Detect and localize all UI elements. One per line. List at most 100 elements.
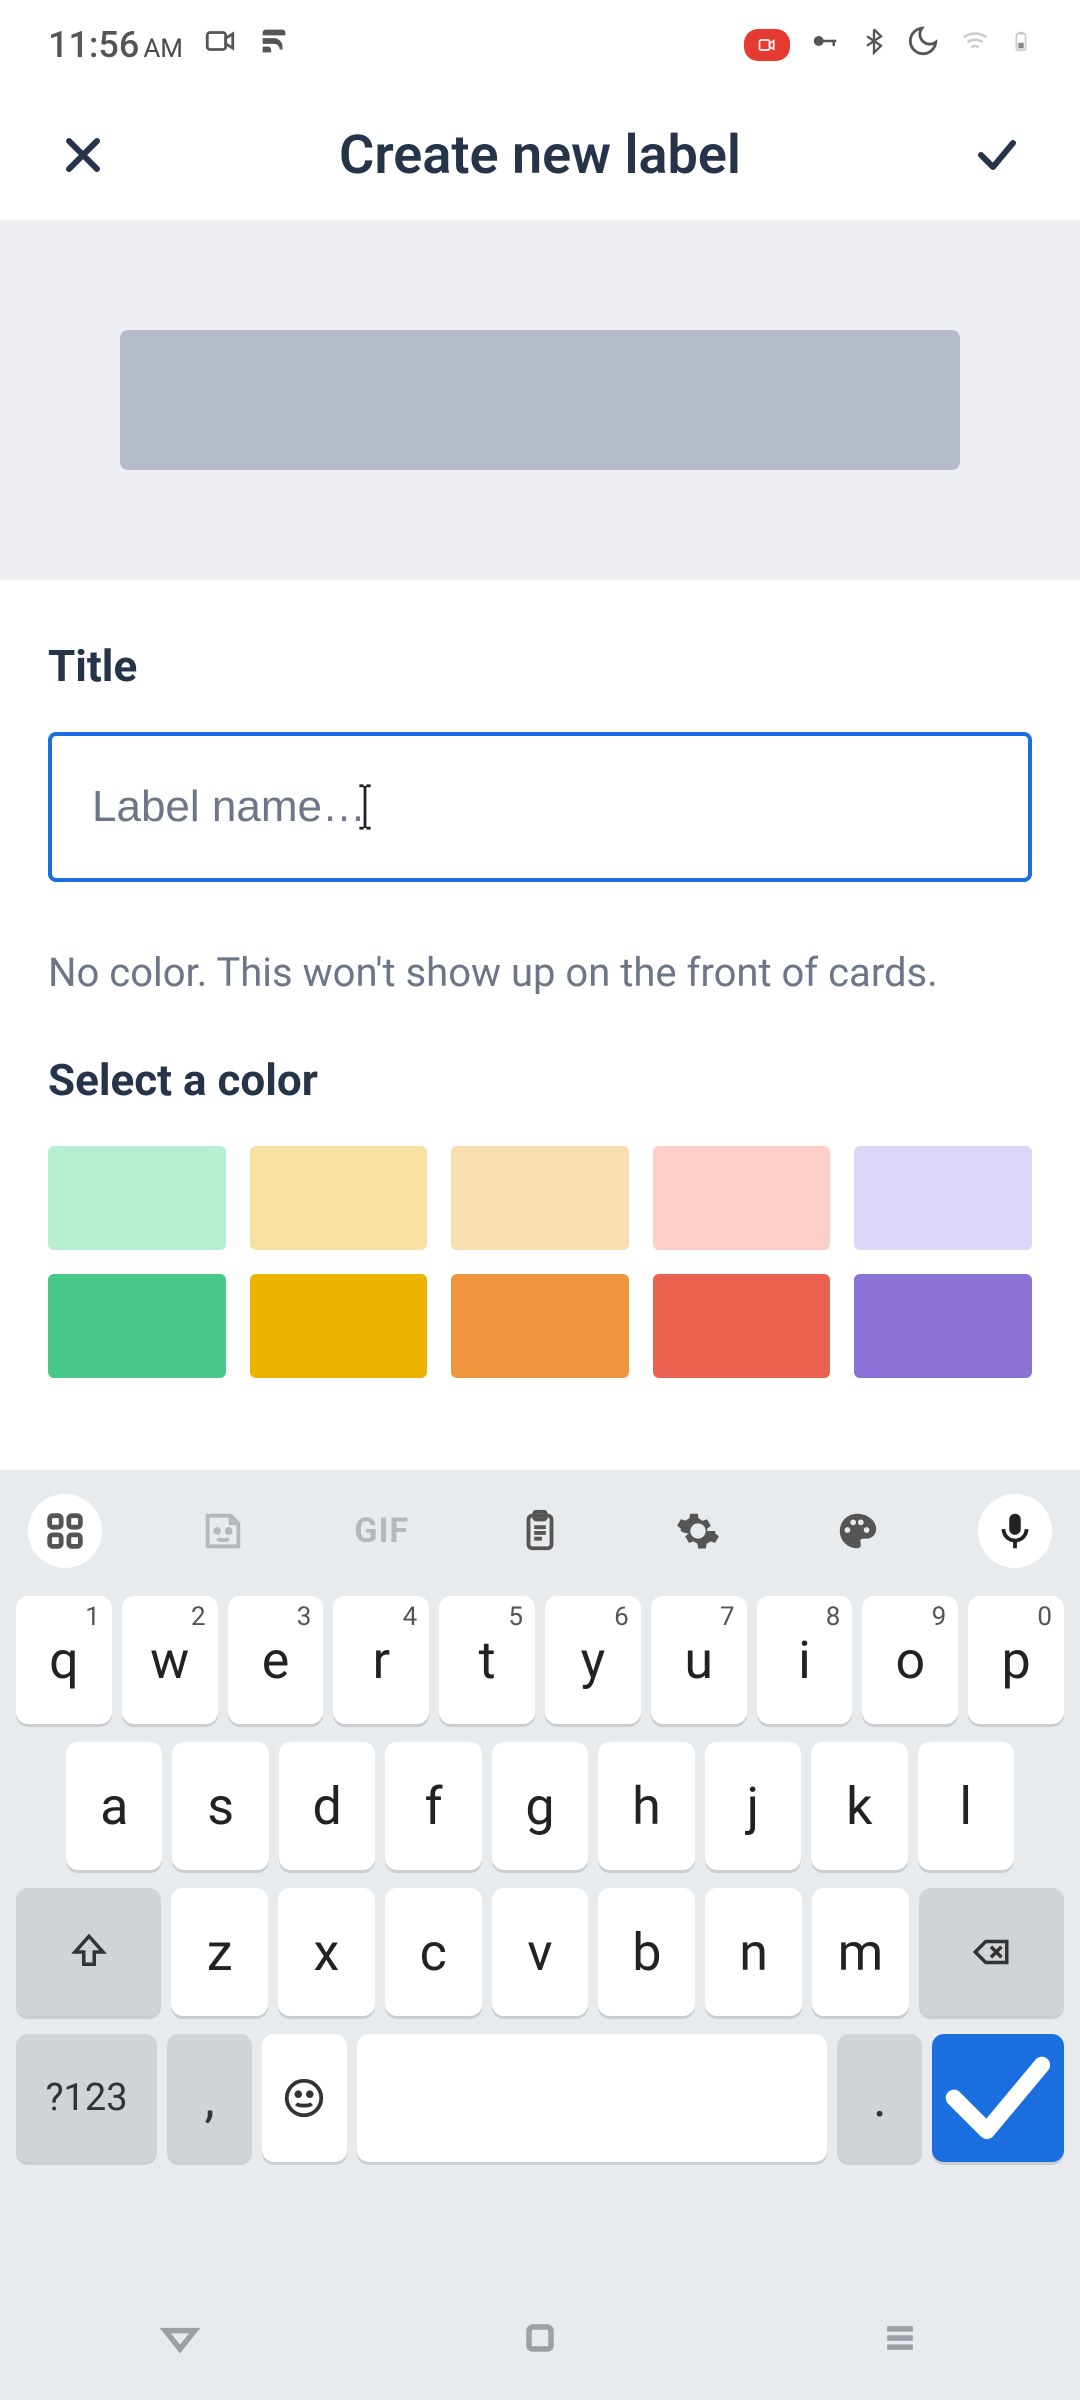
moon-icon bbox=[906, 24, 940, 66]
status-bar: 11:56AM bbox=[0, 0, 1080, 90]
color-swatch[interactable] bbox=[653, 1274, 831, 1378]
key-enter[interactable] bbox=[932, 2034, 1064, 2162]
status-left: 11:56AM bbox=[48, 24, 291, 66]
emoji-icon bbox=[281, 2075, 327, 2121]
color-swatch[interactable] bbox=[250, 1274, 428, 1378]
wifi-icon bbox=[958, 26, 992, 64]
kb-sticker-button[interactable] bbox=[186, 1494, 260, 1568]
page-title: Create new label bbox=[118, 124, 962, 187]
color-swatch[interactable] bbox=[48, 1274, 226, 1378]
key-s[interactable]: s bbox=[172, 1742, 268, 1870]
color-swatch-grid bbox=[48, 1146, 1032, 1378]
kb-theme-button[interactable] bbox=[820, 1494, 894, 1568]
key-j[interactable]: j bbox=[705, 1742, 801, 1870]
key-c[interactable]: c bbox=[385, 1888, 482, 2016]
key-h[interactable]: h bbox=[598, 1742, 694, 1870]
key-shift[interactable] bbox=[16, 1888, 161, 2016]
color-swatch[interactable] bbox=[48, 1146, 226, 1250]
confirm-button[interactable] bbox=[962, 131, 1032, 179]
check-icon bbox=[932, 2032, 1064, 2164]
key-k[interactable]: k bbox=[811, 1742, 907, 1870]
key-g[interactable]: g bbox=[492, 1742, 588, 1870]
color-swatch[interactable] bbox=[653, 1146, 831, 1250]
key-emoji[interactable] bbox=[262, 2034, 347, 2162]
triangle-down-icon bbox=[158, 2316, 202, 2360]
key-period[interactable]: . bbox=[837, 2034, 922, 2162]
sticker-icon bbox=[200, 1508, 246, 1554]
bluetooth-icon bbox=[860, 26, 888, 64]
status-right bbox=[744, 24, 1032, 66]
key-y[interactable]: y6 bbox=[545, 1596, 641, 1724]
kb-gif-button[interactable]: GIF bbox=[345, 1494, 419, 1568]
square-icon bbox=[518, 2316, 562, 2360]
color-swatch[interactable] bbox=[854, 1274, 1032, 1378]
clipboard-icon bbox=[517, 1508, 563, 1554]
close-button[interactable] bbox=[48, 131, 118, 179]
label-preview-area bbox=[0, 220, 1080, 580]
key-t[interactable]: t5 bbox=[439, 1596, 535, 1724]
menu-icon bbox=[878, 2316, 922, 2360]
palette-icon bbox=[834, 1508, 880, 1554]
battery-icon bbox=[1010, 24, 1032, 66]
color-swatch[interactable] bbox=[250, 1146, 428, 1250]
backspace-icon bbox=[970, 1931, 1012, 1973]
keyboard: GIF q1 w2 e3 r4 t5 y6 u7 i8 o9 p0 a bbox=[0, 1470, 1080, 2400]
key-i[interactable]: i8 bbox=[757, 1596, 853, 1724]
kb-mic-button[interactable] bbox=[978, 1494, 1052, 1568]
kb-clipboard-button[interactable] bbox=[503, 1494, 577, 1568]
status-time: 11:56AM bbox=[48, 24, 183, 66]
grid-icon bbox=[42, 1508, 88, 1554]
nav-home-button[interactable] bbox=[518, 2316, 562, 2364]
key-symbols[interactable]: ?123 bbox=[16, 2034, 157, 2162]
header: Create new label bbox=[0, 90, 1080, 220]
keyboard-row-3: z x c v b n m bbox=[16, 1888, 1064, 2016]
key-x[interactable]: x bbox=[278, 1888, 375, 2016]
keyboard-row-4: ?123 , . bbox=[16, 2034, 1064, 2162]
key-z[interactable]: z bbox=[171, 1888, 268, 2016]
camera-icon bbox=[203, 24, 237, 66]
key-o[interactable]: o9 bbox=[862, 1596, 958, 1724]
key-u[interactable]: u7 bbox=[651, 1596, 747, 1724]
key-w[interactable]: w2 bbox=[122, 1596, 218, 1724]
record-badge-icon bbox=[744, 29, 790, 61]
nav-back-button[interactable] bbox=[158, 2316, 202, 2364]
key-f[interactable]: f bbox=[385, 1742, 481, 1870]
vpn-key-icon bbox=[808, 26, 842, 64]
close-icon bbox=[59, 131, 107, 179]
key-r[interactable]: r4 bbox=[333, 1596, 429, 1724]
key-comma[interactable]: , bbox=[167, 2034, 252, 2162]
check-icon bbox=[973, 131, 1021, 179]
color-section-label: Select a color bbox=[48, 1054, 1032, 1106]
kb-settings-button[interactable] bbox=[661, 1494, 735, 1568]
shift-icon bbox=[68, 1931, 110, 1973]
cast-icon bbox=[257, 24, 291, 66]
keyboard-row-1: q1 w2 e3 r4 t5 y6 u7 i8 o9 p0 bbox=[16, 1596, 1064, 1724]
key-d[interactable]: d bbox=[279, 1742, 375, 1870]
key-backspace[interactable] bbox=[919, 1888, 1064, 2016]
color-helper-text: No color. This won't show up on the fron… bbox=[48, 942, 1032, 1004]
keyboard-row-2: a s d f g h j k l bbox=[16, 1742, 1064, 1870]
color-swatch[interactable] bbox=[854, 1146, 1032, 1250]
gif-label: GIF bbox=[354, 1511, 409, 1551]
form: Title No color. This won't show up on th… bbox=[0, 580, 1080, 1398]
title-section-label: Title bbox=[48, 640, 1032, 692]
key-l[interactable]: l bbox=[918, 1742, 1014, 1870]
label-preview bbox=[120, 330, 960, 470]
key-p[interactable]: p0 bbox=[968, 1596, 1064, 1724]
key-m[interactable]: m bbox=[812, 1888, 909, 2016]
key-a[interactable]: a bbox=[66, 1742, 162, 1870]
label-name-input[interactable] bbox=[48, 732, 1032, 882]
key-e[interactable]: e3 bbox=[228, 1596, 324, 1724]
nav-recents-button[interactable] bbox=[878, 2316, 922, 2364]
key-q[interactable]: q1 bbox=[16, 1596, 112, 1724]
key-b[interactable]: b bbox=[598, 1888, 695, 2016]
key-v[interactable]: v bbox=[492, 1888, 589, 2016]
system-nav-bar bbox=[0, 2280, 1080, 2400]
color-swatch[interactable] bbox=[451, 1274, 629, 1378]
key-space[interactable] bbox=[357, 2034, 828, 2162]
kb-apps-button[interactable] bbox=[28, 1494, 102, 1568]
color-swatch[interactable] bbox=[451, 1146, 629, 1250]
gear-icon bbox=[675, 1508, 721, 1554]
mic-icon bbox=[992, 1508, 1038, 1554]
key-n[interactable]: n bbox=[705, 1888, 802, 2016]
